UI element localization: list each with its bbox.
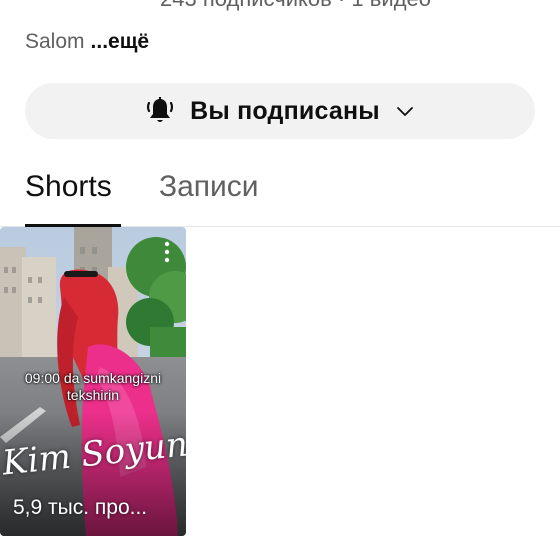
bell-ringing-icon bbox=[144, 95, 176, 127]
chevron-down-icon bbox=[394, 100, 416, 122]
tab-posts[interactable]: Записи bbox=[159, 170, 259, 204]
short-view-count: 5,9 тыс. про... bbox=[13, 496, 148, 519]
subscribed-button[interactable]: Вы подписаны bbox=[25, 83, 535, 139]
channel-description[interactable]: Salom ...ещё bbox=[25, 30, 149, 54]
tab-shorts[interactable]: Shorts bbox=[25, 170, 112, 204]
short-caption-line2: tekshirin bbox=[66, 387, 120, 403]
channel-stats: 243 подписчиков · 1 видео bbox=[160, 0, 431, 12]
short-caption-line1: 09:00 da sumkangizni bbox=[24, 370, 162, 386]
description-text: Salom bbox=[25, 30, 85, 53]
more-link[interactable]: ...ещё bbox=[91, 30, 150, 53]
channel-page: 243 подписчиков · 1 видео Salom ...ещё Вы… bbox=[0, 0, 560, 560]
channel-tabs: Shorts Записи bbox=[0, 160, 560, 227]
more-vert-icon[interactable] bbox=[164, 241, 170, 263]
short-thumbnail[interactable]: 09:00 da sumkangizni tekshirin Kim Soyun… bbox=[0, 227, 186, 536]
subscribed-label: Вы подписаны bbox=[190, 96, 380, 125]
